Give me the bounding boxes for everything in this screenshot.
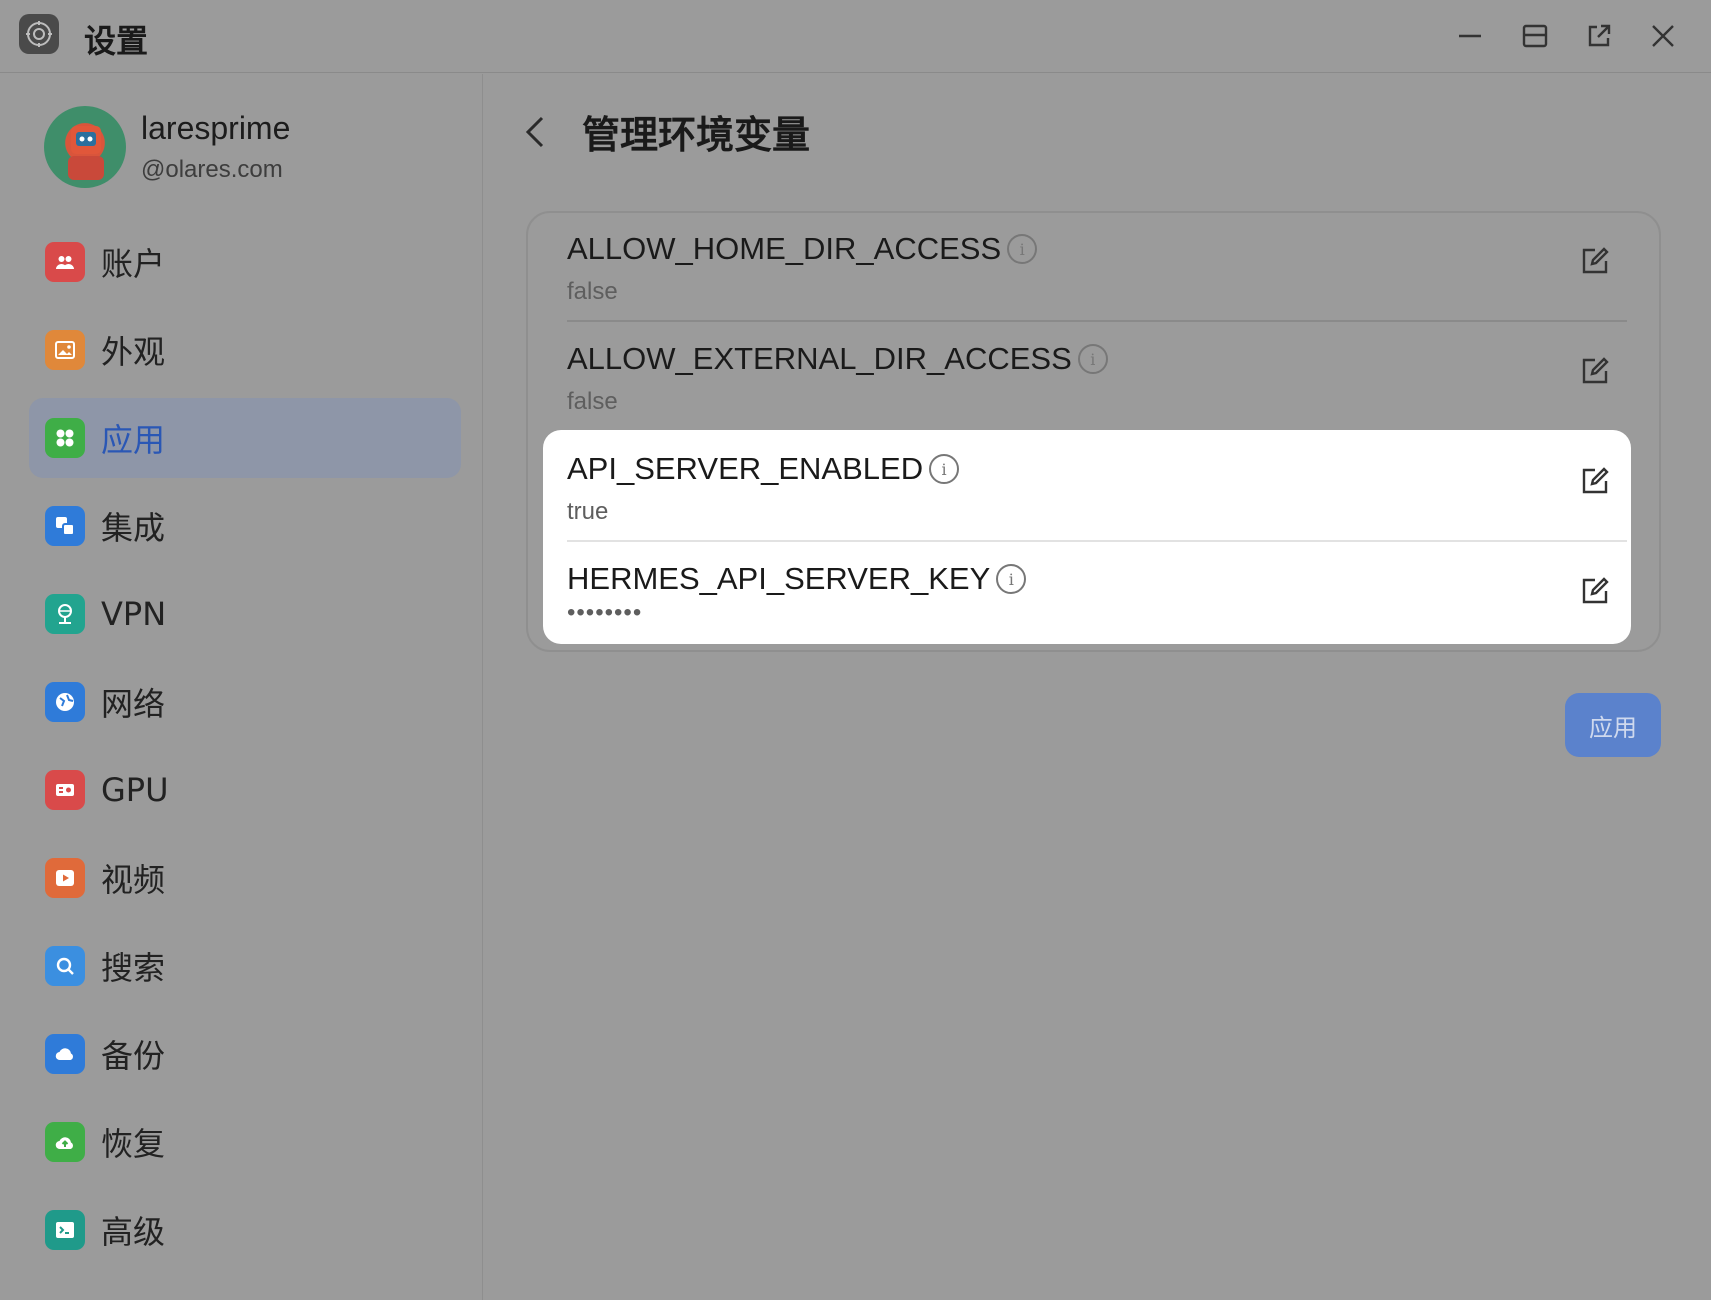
settings-app-icon <box>19 14 59 54</box>
env-var-name: HERMES_API_SERVER_KEY i <box>567 561 1027 597</box>
sidebar-item-search[interactable]: 搜索 <box>29 926 461 1006</box>
minimize-icon <box>1459 34 1481 38</box>
info-icon[interactable]: i <box>1007 234 1038 264</box>
sidebar-item-label: GPU <box>101 771 169 809</box>
window-title: 设置 <box>84 22 149 60</box>
sidebar-item-advanced[interactable]: 高级 <box>29 1190 461 1270</box>
user-domain: @olares.com <box>141 156 283 183</box>
main-panel: 管理环境变量 ALLOW_HOME_DIR_ACCESS i false ALL… <box>484 74 1711 1300</box>
backup-icon <box>45 1034 85 1074</box>
sidebar-item-label: 搜索 <box>101 949 166 987</box>
env-var-name-text: HERMES_API_SERVER_KEY <box>567 561 991 596</box>
back-button[interactable] <box>524 110 556 154</box>
sidebar-item-account[interactable]: 账户 <box>29 222 461 302</box>
title-bar: 设置 <box>0 0 1711 73</box>
edit-icon <box>1582 577 1609 604</box>
sidebar-item-label: 应用 <box>101 421 166 459</box>
env-var-name-text: ALLOW_HOME_DIR_ACCESS <box>567 231 1002 266</box>
sidebar-item-backup[interactable]: 备份 <box>29 1014 461 1094</box>
sidebar-item-label: 恢复 <box>101 1125 166 1163</box>
info-icon[interactable]: i <box>1077 344 1108 374</box>
sidebar-item-label: 账户 <box>101 245 166 283</box>
external-link-icon <box>1588 24 1611 47</box>
sidebar-item-vpn[interactable]: VPN <box>29 574 461 654</box>
sidebar-item-label: 网络 <box>101 685 166 723</box>
env-var-row: API_SERVER_ENABLED i true <box>567 451 1627 561</box>
integration-icon <box>45 506 85 546</box>
restore-icon <box>1522 24 1548 48</box>
edit-button[interactable] <box>1575 351 1615 391</box>
restore-cloud-icon <box>45 1122 85 1162</box>
minimize-button[interactable] <box>1448 14 1492 58</box>
user-name: laresprime <box>141 110 291 146</box>
sidebar-item-integration[interactable]: 集成 <box>29 486 461 566</box>
env-var-value: •••••••• <box>567 599 643 626</box>
sidebar-item-label: 备份 <box>101 1037 166 1075</box>
edit-button[interactable] <box>1575 461 1615 501</box>
info-icon[interactable]: i <box>996 564 1027 594</box>
apply-button[interactable]: 应用 <box>1565 693 1661 757</box>
page-title: 管理环境变量 <box>582 113 811 157</box>
env-var-row: ALLOW_HOME_DIR_ACCESS i false <box>567 231 1627 341</box>
account-icon <box>45 242 85 282</box>
row-divider <box>567 540 1627 542</box>
env-var-row: ALLOW_EXTERNAL_DIR_ACCESS i false <box>567 341 1627 451</box>
sidebar-item-video[interactable]: 视频 <box>29 838 461 918</box>
sidebar-item-label: 视频 <box>101 861 166 899</box>
sidebar-nav: 账户 外观 应用 集成 VPN 网络 GPU 视频 搜索 备份 恢复 高级 <box>29 222 461 1278</box>
sidebar-item-label: 高级 <box>101 1213 166 1251</box>
sidebar-item-label: VPN <box>101 595 167 633</box>
env-var-value: true <box>567 498 609 525</box>
close-icon <box>1652 25 1674 47</box>
terminal-icon <box>45 1210 85 1250</box>
sidebar-item-appearance[interactable]: 外观 <box>29 310 461 390</box>
sidebar-item-apps[interactable]: 应用 <box>29 398 461 478</box>
edit-icon <box>1582 357 1609 384</box>
env-var-name: ALLOW_HOME_DIR_ACCESS i <box>567 231 1038 267</box>
settings-window: 设置 laresprime @olares.com 账户 外观 应用 集成 VP… <box>0 0 1711 1300</box>
sidebar-item-gpu[interactable]: GPU <box>29 750 461 830</box>
edit-button[interactable] <box>1575 241 1615 281</box>
chevron-left-icon <box>525 116 544 148</box>
popout-button[interactable] <box>1577 14 1621 58</box>
close-button[interactable] <box>1641 14 1685 58</box>
env-var-row: HERMES_API_SERVER_KEY i •••••••• <box>567 561 1627 671</box>
sidebar-item-label: 集成 <box>101 509 166 547</box>
info-icon[interactable]: i <box>929 454 960 484</box>
sidebar: laresprime @olares.com 账户 外观 应用 集成 VPN 网… <box>0 74 483 1300</box>
env-var-name: API_SERVER_ENABLED i <box>567 451 960 487</box>
edit-button[interactable] <box>1575 571 1615 611</box>
avatar[interactable] <box>44 106 126 188</box>
sidebar-item-network[interactable]: 网络 <box>29 662 461 742</box>
env-var-name-text: ALLOW_EXTERNAL_DIR_ACCESS <box>567 341 1072 376</box>
env-var-value: false <box>567 388 618 415</box>
sidebar-item-label: 外观 <box>101 333 166 371</box>
vpn-icon <box>45 594 85 634</box>
restore-button[interactable] <box>1513 14 1557 58</box>
appearance-icon <box>45 330 85 370</box>
env-var-name-text: API_SERVER_ENABLED <box>567 451 924 486</box>
sidebar-item-restore[interactable]: 恢复 <box>29 1102 461 1182</box>
video-icon <box>45 858 85 898</box>
search-icon <box>45 946 85 986</box>
env-var-name: ALLOW_EXTERNAL_DIR_ACCESS i <box>567 341 1108 377</box>
apps-icon <box>45 418 85 458</box>
network-icon <box>45 682 85 722</box>
edit-icon <box>1582 247 1609 274</box>
gpu-icon <box>45 770 85 810</box>
env-var-value: false <box>567 278 618 305</box>
edit-icon <box>1582 467 1609 494</box>
row-divider <box>567 320 1627 322</box>
